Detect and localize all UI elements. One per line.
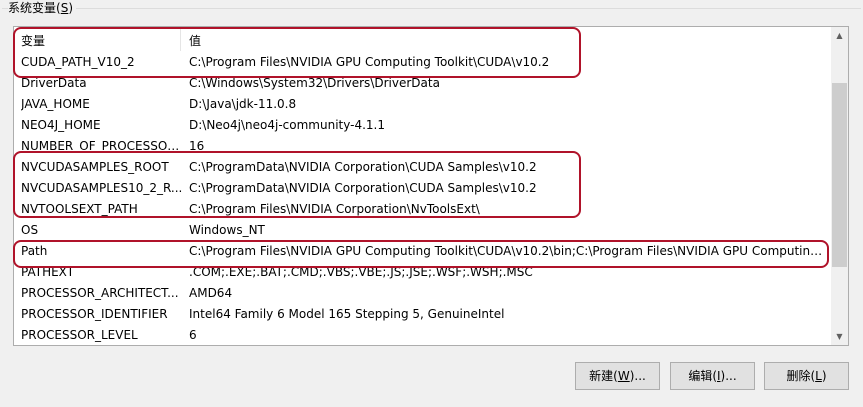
column-header-value[interactable]: 值 (189, 31, 825, 52)
table-row[interactable]: OS Windows_NT (14, 220, 831, 241)
variable-value-cell: 6 (189, 328, 197, 342)
table-row[interactable]: PROCESSOR_ARCHITECT... AMD64 (14, 283, 831, 304)
table-row[interactable]: PROCESSOR_LEVEL 6 (14, 325, 831, 345)
table-row[interactable]: NUMBER_OF_PROCESSORS 16 (14, 136, 831, 157)
variable-value-cell: C:\Program Files\NVIDIA Corporation\NvTo… (189, 202, 480, 216)
table-row[interactable]: DriverData C:\Windows\System32\Drivers\Dr… (14, 73, 831, 94)
system-variables-list[interactable]: 变量 值 CUDA_PATH_V10_2 C:\Program Files\NVI… (13, 26, 849, 346)
variable-name-cell: Path (21, 244, 48, 258)
table-row[interactable]: PROCESSOR_IDENTIFIER Intel64 Family 6 Mod… (14, 304, 831, 325)
new-button[interactable]: 新建(W)... (575, 362, 660, 390)
group-box-border (2, 8, 861, 9)
variable-value-cell: D:\Neo4j\neo4j-community-4.1.1 (189, 118, 385, 132)
variable-name-cell: NEO4J_HOME (21, 118, 101, 132)
variable-name-cell: JAVA_HOME (21, 97, 90, 111)
scrollbar-thumb[interactable] (832, 83, 847, 267)
variable-value-cell: C:\Program Files\NVIDIA GPU Computing To… (189, 244, 825, 258)
scroll-up-arrow-icon[interactable]: ▲ (831, 27, 848, 44)
variable-name-cell: OS (21, 223, 39, 237)
variable-value-cell: .COM;.EXE;.BAT;.CMD;.VBS;.VBE;.JS;.JSE;.… (189, 265, 533, 279)
variable-name-cell: PROCESSOR_ARCHITECT... (21, 286, 179, 300)
table-row[interactable]: NVCUDASAMPLES_ROOT C:\ProgramData\NVIDIA … (14, 157, 831, 178)
variable-value-cell: 16 (189, 139, 205, 153)
variable-value-cell: Intel64 Family 6 Model 165 Stepping 5, G… (189, 307, 505, 321)
variable-name-cell: NVCUDASAMPLES10_2_R... (21, 181, 183, 195)
edit-button[interactable]: 编辑(I)... (670, 362, 755, 390)
variable-name-cell: DriverData (21, 76, 87, 90)
variable-name-cell: PROCESSOR_LEVEL (21, 328, 138, 342)
vertical-scrollbar[interactable]: ▲ ▼ (831, 27, 848, 345)
column-separator[interactable] (180, 29, 181, 51)
table-row[interactable]: NEO4J_HOME D:\Neo4j\neo4j-community-4.1.1 (14, 115, 831, 136)
variable-name-cell: NVTOOLSEXT_PATH (21, 202, 138, 216)
system-variables-group-label: 系统变量(S) (8, 0, 77, 16)
variable-name-cell: NVCUDASAMPLES_ROOT (21, 160, 169, 174)
variable-value-cell: C:\ProgramData\NVIDIA Corporation\CUDA S… (189, 181, 537, 195)
table-row[interactable]: PATHEXT .COM;.EXE;.BAT;.CMD;.VBS;.VBE;.JS… (14, 262, 831, 283)
variable-name-cell: CUDA_PATH_V10_2 (21, 55, 135, 69)
table-row[interactable]: NVTOOLSEXT_PATH C:\Program Files\NVIDIA C… (14, 199, 831, 220)
delete-button[interactable]: 删除(L) (764, 362, 849, 390)
table-row[interactable]: JAVA_HOME D:\Java\jdk-11.0.8 (14, 94, 831, 115)
variable-name-cell: NUMBER_OF_PROCESSORS (21, 139, 183, 153)
table-row[interactable]: NVCUDASAMPLES10_2_R... C:\ProgramData\NVI… (14, 178, 831, 199)
table-row[interactable]: CUDA_PATH_V10_2 C:\Program Files\NVIDIA G… (14, 52, 831, 73)
variable-value-cell: AMD64 (189, 286, 233, 300)
variable-value-cell: C:\Windows\System32\Drivers\DriverData (189, 76, 440, 90)
column-header-variable[interactable]: 变量 (21, 31, 183, 52)
list-header: 变量 值 (14, 31, 831, 52)
variable-name-cell: PATHEXT (21, 265, 75, 279)
variable-value-cell: Windows_NT (189, 223, 265, 237)
variable-name-cell: PROCESSOR_IDENTIFIER (21, 307, 168, 321)
variable-value-cell: C:\Program Files\NVIDIA GPU Computing To… (189, 55, 550, 69)
variable-value-cell: D:\Java\jdk-11.0.8 (189, 97, 297, 111)
scroll-down-arrow-icon[interactable]: ▼ (831, 328, 848, 345)
table-row[interactable]: Path C:\Program Files\NVIDIA GPU Computin… (14, 241, 831, 262)
variable-value-cell: C:\ProgramData\NVIDIA Corporation\CUDA S… (189, 160, 537, 174)
